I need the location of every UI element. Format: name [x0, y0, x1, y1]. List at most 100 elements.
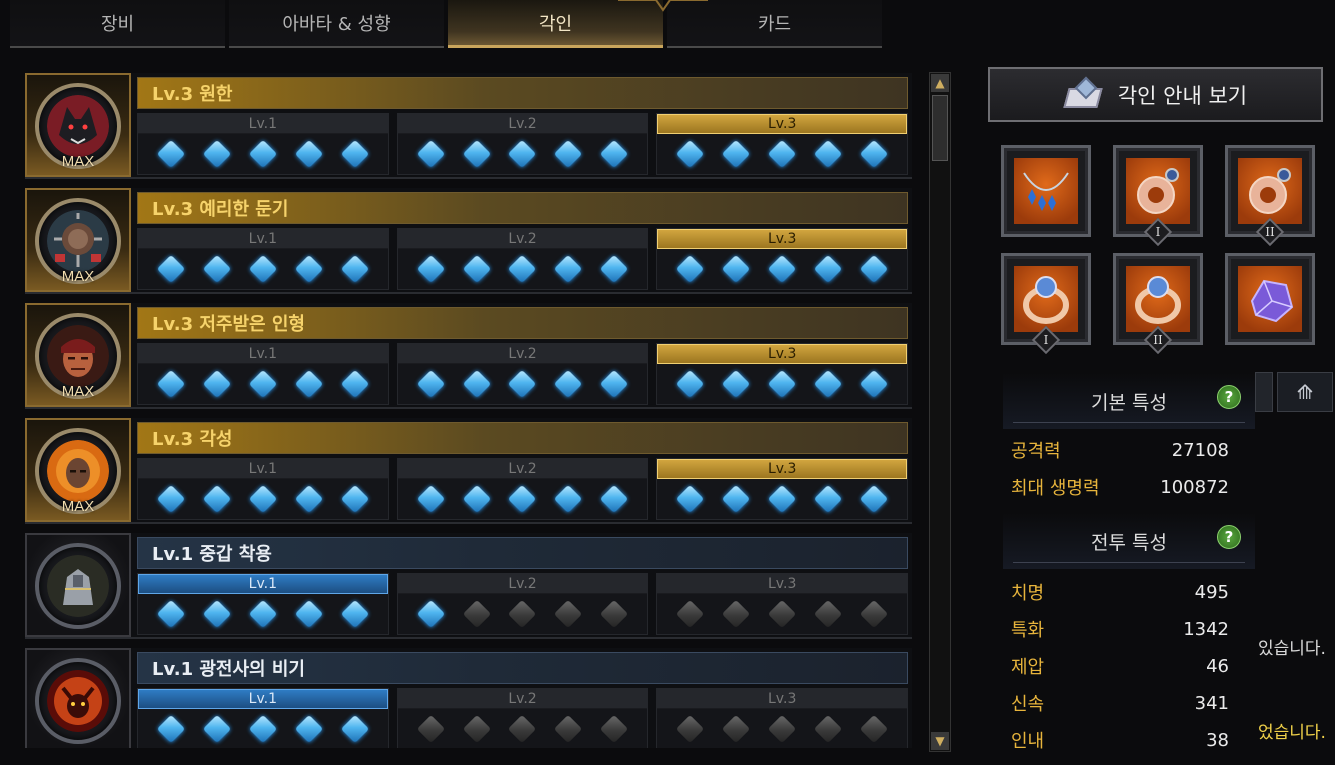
- gem-icon: [859, 369, 889, 399]
- stat-label: 치명: [1011, 583, 1045, 604]
- background-message-text: 었습니다.: [1258, 723, 1326, 743]
- gem-icon: [600, 254, 629, 284]
- engraving-row[interactable]: MAX Lv.3 각성 Lv.1 Lv.2 Lv.3: [25, 418, 912, 524]
- gem-icon: [600, 599, 629, 629]
- accessory-slot-ring-2[interactable]: II: [1113, 253, 1203, 355]
- stat-value: 1342: [1183, 618, 1229, 640]
- stat-row: 제압 46: [1011, 651, 1229, 681]
- engraving-list: MAX Lv.3 원한 Lv.1 Lv.2 Lv.3 MAX Lv.3 예리한 …: [25, 73, 912, 748]
- hidden-panel-emblem-icon[interactable]: ⟰: [1277, 372, 1333, 412]
- level-1-segment: Lv.1: [137, 688, 389, 748]
- combat-stats-help-icon[interactable]: ?: [1217, 525, 1241, 549]
- level-1-segment: Lv.1: [137, 228, 389, 290]
- gem-icon: [340, 484, 369, 514]
- gem-icon: [294, 139, 323, 169]
- stat-value: 38: [1206, 729, 1229, 751]
- gem-icon: [156, 254, 186, 284]
- level-3-segment: Lv.3: [656, 343, 909, 405]
- level-label: Lv.1: [138, 689, 388, 709]
- gem-icon: [676, 599, 705, 629]
- gem-icon: [340, 714, 369, 744]
- stat-row: 특화 1342: [1011, 614, 1229, 644]
- gem-icon: [859, 714, 889, 744]
- engraving-row[interactable]: MAX Lv.3 원한 Lv.1 Lv.2 Lv.3: [25, 73, 912, 179]
- stat-value: 341: [1194, 692, 1229, 714]
- awakening-icon: [47, 440, 109, 502]
- gem-icon: [722, 599, 751, 629]
- gem-group: [398, 249, 648, 289]
- engraving-row[interactable]: Lv.1 광전사의 비기 Lv.1 Lv.2 Lv.3: [25, 648, 912, 748]
- gem-group: [657, 594, 907, 634]
- scroll-up-arrow-icon[interactable]: ▲: [931, 74, 949, 92]
- gem-icon: [600, 139, 629, 169]
- tier-label: II: [1153, 333, 1163, 347]
- engraving-title: Lv.3 원한: [137, 77, 908, 109]
- scrollbar[interactable]: ▲ ▼: [929, 72, 951, 752]
- engraving-portrait: MAX: [25, 418, 131, 522]
- accessory-slot-necklace[interactable]: [1001, 145, 1091, 237]
- gem-icon: [294, 369, 323, 399]
- basic-stats-help-icon[interactable]: ?: [1217, 385, 1241, 409]
- engraving-guide-button[interactable]: 각인 안내 보기: [988, 67, 1323, 122]
- hidden-panel-buttons: ⟰: [1255, 372, 1333, 412]
- scroll-down-arrow-icon[interactable]: ▼: [931, 732, 949, 750]
- stat-value: 495: [1194, 581, 1229, 603]
- gem-icon: [340, 599, 369, 629]
- gem-icon: [722, 714, 751, 744]
- stat-row: 최대 생명력 100872: [1011, 472, 1229, 502]
- gem-group: [657, 249, 907, 289]
- accessory-slot-ability-stone[interactable]: [1225, 253, 1315, 345]
- gem-icon: [156, 714, 186, 744]
- stat-value: 27108: [1171, 439, 1229, 461]
- hidden-panel-tab[interactable]: [1255, 372, 1273, 412]
- engraving-portrait: MAX: [25, 73, 131, 177]
- level-track: Lv.1 Lv.2 Lv.3: [137, 113, 909, 175]
- tab-equipment[interactable]: 장비: [10, 0, 225, 48]
- gem-icon: [508, 139, 537, 169]
- mace-icon: [47, 210, 109, 272]
- slot-background: [1126, 158, 1190, 224]
- gem-icon: [676, 714, 705, 744]
- level-label: Lv.2: [397, 344, 648, 364]
- level-track: Lv.1 Lv.2 Lv.3: [137, 228, 909, 290]
- gem-icon: [248, 369, 277, 399]
- tab-avatar-tendency[interactable]: 아바타 & 성향: [229, 0, 444, 48]
- stat-label: 특화: [1011, 620, 1045, 641]
- background-message-text: 있습니다.: [1258, 639, 1326, 659]
- level-label: Lv.1: [138, 229, 388, 249]
- engraving-row[interactable]: MAX Lv.3 예리한 둔기 Lv.1 Lv.2 Lv.3: [25, 188, 912, 294]
- accessory-slot-earring-2[interactable]: II: [1225, 145, 1315, 247]
- gem-group: [657, 709, 907, 748]
- accessory-slot-ring-1[interactable]: I: [1001, 253, 1091, 355]
- level-2-segment: Lv.2: [396, 113, 649, 175]
- gem-icon: [600, 369, 629, 399]
- gem-icon: [416, 254, 445, 284]
- slot-background: [1238, 266, 1302, 332]
- gem-icon: [294, 484, 323, 514]
- gem-icon: [462, 599, 491, 629]
- engraving-row[interactable]: Lv.1 중갑 착용 Lv.1 Lv.2 Lv.3: [25, 533, 912, 639]
- gem-icon: [767, 599, 797, 629]
- max-label: MAX: [61, 383, 95, 400]
- gem-group: [138, 709, 388, 748]
- gem-icon: [676, 139, 705, 169]
- gem-icon: [813, 254, 843, 284]
- basic-stats-header: 기본 특성 ?: [1003, 373, 1255, 429]
- earring-icon: [1137, 168, 1179, 214]
- accessory-slot-earring-1[interactable]: I: [1113, 145, 1203, 247]
- scroll-thumb[interactable]: [932, 95, 948, 161]
- gem-icon: [508, 484, 537, 514]
- engraving-portrait: MAX: [25, 188, 131, 292]
- gem-icon: [508, 714, 537, 744]
- tier-label: I: [1155, 225, 1161, 239]
- necklace-icon: [1023, 172, 1069, 211]
- gem-icon: [248, 484, 277, 514]
- gem-icon: [813, 484, 843, 514]
- gem-icon: [859, 484, 889, 514]
- gem-icon: [767, 484, 797, 514]
- engraving-row[interactable]: MAX Lv.3 저주받은 인형 Lv.1 Lv.2 Lv.3: [25, 303, 912, 409]
- stat-label: 인내: [1011, 731, 1045, 752]
- stat-label: 공격력: [1011, 441, 1061, 462]
- engraving-title: Lv.1 중갑 착용: [137, 537, 908, 569]
- gem-icon: [859, 254, 889, 284]
